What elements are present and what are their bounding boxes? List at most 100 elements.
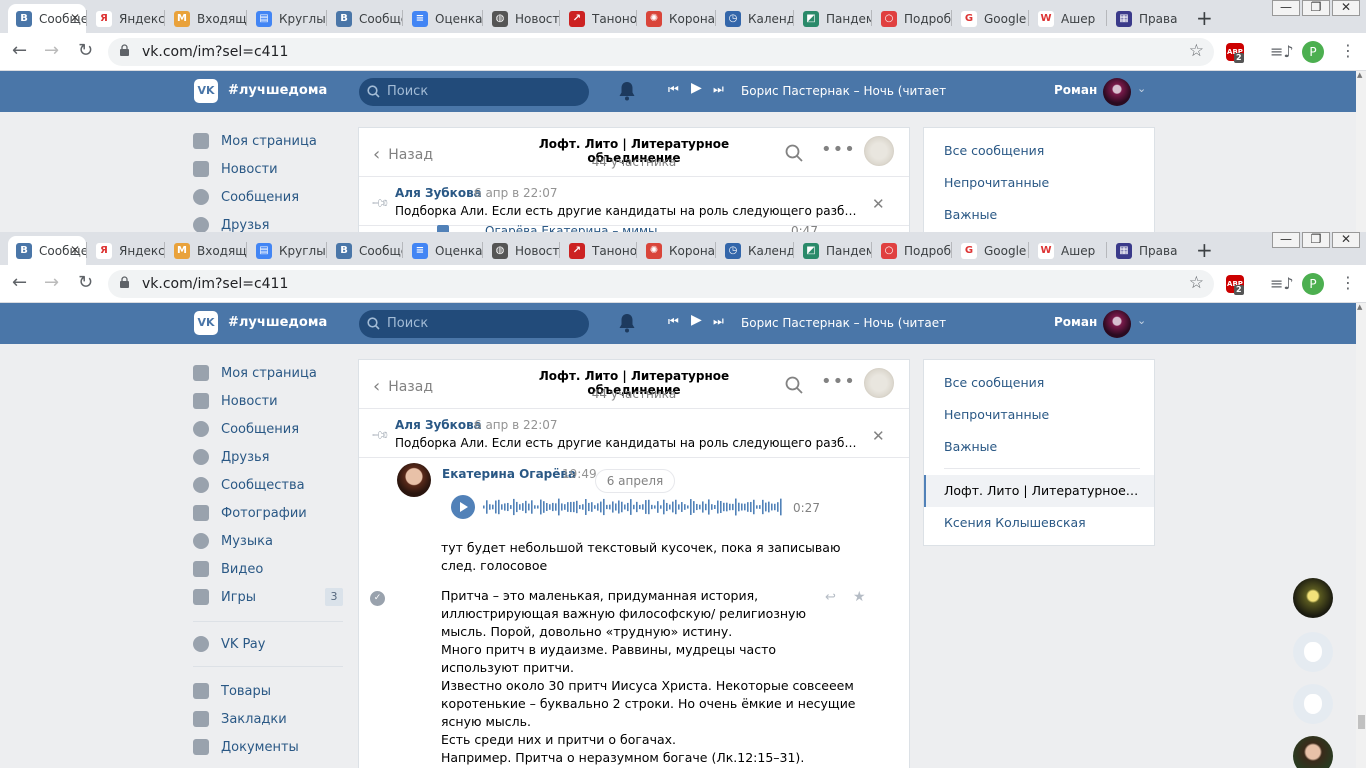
- vk-search-input[interactable]: Поиск: [359, 78, 589, 106]
- browser-tab[interactable]: ◍ Новости: [484, 4, 559, 33]
- browser-tab[interactable]: ○ Подробно: [873, 236, 951, 265]
- next-track-icon[interactable]: ⏭: [713, 82, 724, 97]
- filter-important[interactable]: Важные: [944, 207, 997, 222]
- more-icon[interactable]: •••: [821, 371, 856, 392]
- browser-tab[interactable]: G Google: [953, 4, 1028, 33]
- filter-unread[interactable]: Непрочитанные: [944, 175, 1049, 190]
- back-arrow-icon[interactable]: ←: [12, 40, 27, 61]
- scroll-up-icon[interactable]: ▲: [1357, 71, 1362, 79]
- profile-avatar[interactable]: Р: [1302, 273, 1324, 295]
- back-arrow-icon[interactable]: ←: [12, 272, 27, 293]
- pinned-message[interactable]: 📌︎ Аля Зубкова 6 апр в 22:07 Подборка Ал…: [359, 178, 909, 226]
- current-track[interactable]: Борис Пастернак – Ночь (читает ...: [741, 316, 951, 330]
- back-button[interactable]: ‹ Назад: [373, 143, 433, 165]
- nav-music[interactable]: Музыка: [193, 527, 343, 555]
- nav-photos[interactable]: Фотографии: [193, 499, 343, 527]
- vk-hashtag[interactable]: #лучшедома: [228, 315, 327, 330]
- nav-news[interactable]: Новости: [193, 387, 343, 415]
- chat-avatar[interactable]: [864, 368, 894, 398]
- back-button[interactable]: ‹ Назад: [373, 375, 433, 397]
- browser-tab[interactable]: ▦ Права: [1108, 4, 1178, 33]
- browser-tab[interactable]: ▦ Права: [1108, 236, 1178, 265]
- nav-video[interactable]: Видео: [193, 555, 343, 583]
- maximize-button[interactable]: ❐: [1302, 232, 1330, 248]
- browser-tab[interactable]: W Ашер: [1030, 4, 1106, 33]
- browser-tab[interactable]: ○ Подробно: [873, 4, 951, 33]
- select-check-icon[interactable]: ✓: [370, 591, 385, 606]
- browser-tab[interactable]: Я Яндекс: [88, 4, 164, 33]
- nav-documents[interactable]: Документы: [193, 733, 343, 761]
- chat-members-count[interactable]: 44 участника: [509, 155, 759, 169]
- browser-tab[interactable]: ▤ Круглый: [248, 4, 326, 33]
- minimize-button[interactable]: —: [1272, 0, 1300, 16]
- browser-menu-icon[interactable]: ⋮: [1340, 41, 1356, 60]
- voice-waveform[interactable]: [483, 495, 783, 519]
- close-window-button[interactable]: ✕: [1332, 0, 1360, 16]
- vk-logo[interactable]: VK: [194, 79, 218, 103]
- browser-tab[interactable]: ◷ Календарь: [717, 236, 793, 265]
- browser-tab[interactable]: W Ашер: [1030, 236, 1106, 265]
- browser-tab[interactable]: В Сообщения: [328, 236, 402, 265]
- page-scrollbar[interactable]: ▲: [1356, 71, 1366, 232]
- browser-tab[interactable]: ≡ Оценка: [404, 4, 482, 33]
- nav-vkpay[interactable]: VK Pay: [193, 630, 343, 658]
- browser-tab[interactable]: ◩ Пандемия: [795, 236, 871, 265]
- scroll-up-icon[interactable]: ▲: [1357, 303, 1362, 311]
- contact-item[interactable]: Ксения Колышевская: [944, 515, 1086, 530]
- search-icon[interactable]: [785, 376, 803, 394]
- bookmark-star-icon[interactable]: ☆: [1189, 273, 1204, 293]
- active-chat-item[interactable]: Лофт. Лито | Литературное…: [924, 475, 1154, 507]
- vk-hashtag[interactable]: #лучшедома: [228, 83, 327, 98]
- close-icon[interactable]: ✕: [872, 427, 885, 445]
- tab-close-icon[interactable]: ✕: [70, 11, 80, 25]
- filter-unread[interactable]: Непрочитанные: [944, 407, 1049, 422]
- search-icon[interactable]: [785, 144, 803, 162]
- new-tab-button[interactable]: +: [1196, 6, 1213, 30]
- tab-close-icon[interactable]: ✕: [70, 243, 80, 257]
- chevron-down-icon[interactable]: ⌄: [1137, 314, 1146, 327]
- prev-track-icon[interactable]: ⏮: [668, 82, 679, 97]
- play-icon[interactable]: ▶: [691, 80, 702, 96]
- filter-all-messages[interactable]: Все сообщения: [944, 143, 1044, 158]
- notifications-bell-icon[interactable]: [618, 81, 636, 101]
- play-icon[interactable]: ▶: [691, 312, 702, 328]
- media-control-icon[interactable]: ≡♪: [1270, 42, 1294, 61]
- pinned-message[interactable]: 📌︎ Аля Зубкова 6 апр в 22:07 Подборка Ал…: [359, 410, 909, 458]
- chat-head-default-avatar[interactable]: [1293, 684, 1333, 724]
- browser-tab[interactable]: ◷ Календарь: [717, 4, 793, 33]
- nav-games[interactable]: Игры 3: [193, 583, 343, 611]
- minimize-button[interactable]: —: [1272, 232, 1300, 248]
- forward-arrow-icon[interactable]: →: [44, 40, 59, 61]
- browser-tab[interactable]: Я Яндекс: [88, 236, 164, 265]
- new-tab-button[interactable]: +: [1196, 238, 1213, 262]
- chat-head-avatar[interactable]: [1293, 736, 1333, 768]
- browser-tab[interactable]: ✺ Коронавирус: [638, 236, 715, 265]
- vk-search-input[interactable]: Поиск: [359, 310, 589, 338]
- user-name[interactable]: Роман: [1054, 315, 1097, 329]
- chat-head-default-avatar[interactable]: [1293, 632, 1333, 672]
- chat-members-count[interactable]: 44 участника: [509, 387, 759, 401]
- browser-tab[interactable]: В Сообщения: [328, 4, 402, 33]
- page-scrollbar[interactable]: ▲: [1356, 303, 1366, 768]
- play-icon[interactable]: [451, 495, 475, 519]
- message-author-avatar[interactable]: [397, 463, 431, 497]
- browser-tab[interactable]: ВСообщения✕: [8, 4, 86, 33]
- nav-friends[interactable]: Друзья: [193, 211, 343, 232]
- adblock-extension-icon[interactable]: ABP 2: [1226, 43, 1244, 63]
- reload-icon[interactable]: ↻: [78, 272, 93, 293]
- browser-tab[interactable]: G Google: [953, 236, 1028, 265]
- nav-communities[interactable]: Сообщества: [193, 471, 343, 499]
- browser-tab[interactable]: ✺ Коронавирус: [638, 4, 715, 33]
- bookmark-star-icon[interactable]: ☆: [1189, 41, 1204, 61]
- reload-icon[interactable]: ↻: [78, 40, 93, 61]
- nav-messages[interactable]: Сообщения: [193, 183, 343, 211]
- browser-tab[interactable]: ▤ Круглый: [248, 236, 326, 265]
- close-icon[interactable]: ✕: [872, 195, 885, 213]
- user-avatar[interactable]: [1103, 310, 1131, 338]
- nav-my-page[interactable]: Моя страница: [193, 127, 343, 155]
- user-name[interactable]: Роман: [1054, 83, 1097, 97]
- nav-bookmarks[interactable]: Закладки: [193, 705, 343, 733]
- prev-track-icon[interactable]: ⏮: [668, 314, 679, 329]
- filter-important[interactable]: Важные: [944, 439, 997, 454]
- notifications-bell-icon[interactable]: [618, 313, 636, 333]
